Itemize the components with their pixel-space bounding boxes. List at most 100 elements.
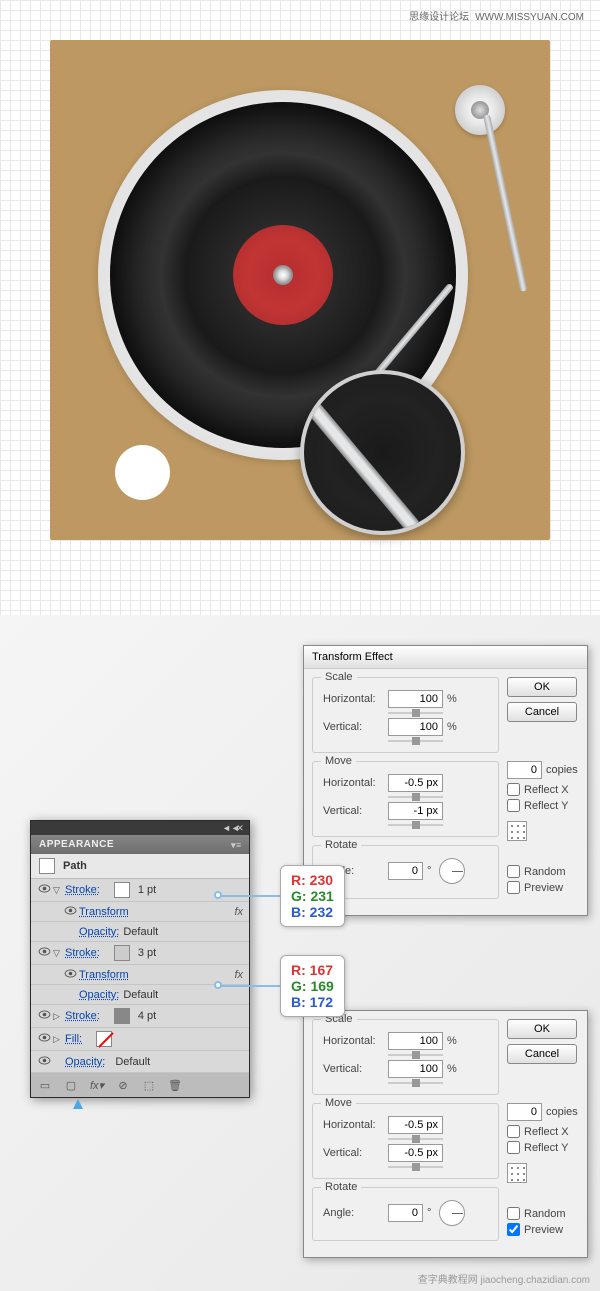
collapse-icon[interactable]: ◄◄ <box>222 823 232 833</box>
stroke-label[interactable]: Stroke: <box>65 884 100 896</box>
rgb-b: B: 232 <box>291 904 334 920</box>
panel-controls: ◄◄ ✕ <box>31 821 249 835</box>
new-fill-icon[interactable]: ▢ <box>63 1077 79 1093</box>
artboard-area: 思缘设计论坛WWW.MISSYUAN.COM <box>0 0 600 615</box>
expand-icon[interactable]: ▷ <box>53 1034 65 1045</box>
fill-label[interactable]: Fill: <box>65 1033 82 1045</box>
move-h-label: Horizontal: <box>323 777 388 789</box>
opacity-value: Default <box>115 1056 150 1068</box>
reflect-x-checkbox[interactable]: Reflect X <box>507 783 579 796</box>
close-icon[interactable]: ✕ <box>235 823 245 833</box>
random-checkbox[interactable]: Random <box>507 865 579 878</box>
stroke-label[interactable]: Stroke: <box>65 1010 100 1022</box>
clear-icon[interactable]: ⊘ <box>115 1077 131 1093</box>
color-swatch-icon[interactable] <box>114 945 130 961</box>
scale-h-input[interactable] <box>388 1032 443 1050</box>
connector-line <box>218 985 280 987</box>
fx-icon[interactable]: fx <box>234 906 243 918</box>
scale-h-slider[interactable] <box>388 1054 443 1056</box>
angle-dial[interactable] <box>439 1200 465 1226</box>
opacity-link[interactable]: Opacity: <box>65 1056 105 1068</box>
ok-button[interactable]: OK <box>507 1019 577 1039</box>
rgb-r: R: 230 <box>291 872 334 888</box>
scale-label: Scale <box>321 671 357 683</box>
cancel-button[interactable]: Cancel <box>507 1044 577 1064</box>
scale-v-input[interactable] <box>388 1060 443 1078</box>
opacity-default-row[interactable]: Opacity: Default <box>31 1051 249 1073</box>
fx-icon[interactable]: fx <box>234 969 243 981</box>
angle-input[interactable] <box>388 1204 423 1222</box>
rgb-callout-2: R: 167 G: 169 B: 172 <box>280 955 345 1017</box>
path-row[interactable]: Path <box>31 854 249 879</box>
move-h-input[interactable] <box>388 774 443 792</box>
zoom-detail-circle <box>300 370 465 535</box>
random-checkbox[interactable]: Random <box>507 1207 579 1220</box>
visibility-icon[interactable] <box>35 1010 53 1022</box>
scale-h-label: Horizontal: <box>323 693 388 705</box>
duplicate-icon[interactable]: ⬚ <box>141 1077 157 1093</box>
reflect-y-checkbox[interactable]: Reflect Y <box>507 799 579 812</box>
visibility-icon[interactable] <box>35 884 53 896</box>
registration-icon[interactable] <box>507 821 527 841</box>
scale-v-slider[interactable] <box>388 740 443 742</box>
opacity-link[interactable]: Opacity: <box>79 989 119 1001</box>
copies-input[interactable] <box>507 1103 542 1121</box>
move-h-slider[interactable] <box>388 1138 443 1140</box>
rotate-label: Rotate <box>321 839 361 851</box>
move-h-slider[interactable] <box>388 796 443 798</box>
transform-link[interactable]: Transform <box>79 969 129 981</box>
expand-icon[interactable]: ▽ <box>53 885 65 896</box>
panels-area: Transform Effect Scale Horizontal:% Vert… <box>0 615 600 1291</box>
move-v-input[interactable] <box>388 802 443 820</box>
stroke-row-3[interactable]: ▷ Stroke: 4 pt <box>31 1005 249 1028</box>
visibility-icon[interactable] <box>35 1033 53 1045</box>
move-v-input[interactable] <box>388 1144 443 1162</box>
preview-checkbox[interactable]: Preview <box>507 881 579 894</box>
visibility-icon[interactable] <box>61 969 79 981</box>
rgb-r: R: 167 <box>291 962 334 978</box>
angle-input[interactable] <box>388 862 423 880</box>
color-swatch-icon[interactable] <box>114 1008 130 1024</box>
move-v-slider[interactable] <box>388 1166 443 1168</box>
visibility-icon[interactable] <box>35 947 53 959</box>
panel-menu-icon[interactable]: ▾≡ <box>231 840 241 850</box>
registration-icon[interactable] <box>507 1163 527 1183</box>
color-swatch-icon[interactable] <box>114 882 130 898</box>
move-h-input[interactable] <box>388 1116 443 1134</box>
preview-checkbox[interactable]: Preview <box>507 1223 579 1236</box>
copies-input[interactable] <box>507 761 542 779</box>
panel-title: APPEARANCE <box>39 839 114 850</box>
stroke-weight: 3 pt <box>138 947 156 959</box>
scale-v-input[interactable] <box>388 718 443 736</box>
scale-h-input[interactable] <box>388 690 443 708</box>
fill-row[interactable]: ▷ Fill: <box>31 1028 249 1051</box>
ok-button[interactable]: OK <box>507 677 577 697</box>
stroke-label[interactable]: Stroke: <box>65 947 100 959</box>
cancel-button[interactable]: Cancel <box>507 702 577 722</box>
visibility-icon[interactable] <box>35 1056 53 1068</box>
rgb-b: B: 172 <box>291 994 334 1010</box>
scale-v-slider[interactable] <box>388 1082 443 1084</box>
expand-icon[interactable]: ▽ <box>53 948 65 959</box>
control-knob <box>115 445 170 500</box>
scale-h-slider[interactable] <box>388 712 443 714</box>
expand-icon[interactable]: ▷ <box>53 1011 65 1022</box>
transform-link[interactable]: Transform <box>79 906 129 918</box>
new-stroke-icon[interactable]: ▭ <box>37 1077 53 1093</box>
transform-effect-row[interactable]: Transform fx <box>31 902 249 922</box>
angle-dial[interactable] <box>439 858 465 884</box>
stroke-row-2[interactable]: ▽ Stroke: 3 pt <box>31 942 249 965</box>
visibility-icon[interactable] <box>61 906 79 918</box>
no-fill-swatch-icon[interactable] <box>96 1031 112 1047</box>
reflect-x-checkbox[interactable]: Reflect X <box>507 1125 579 1138</box>
opacity-value: Default <box>123 926 158 938</box>
scale-v-label: Vertical: <box>323 1063 388 1075</box>
opacity-row[interactable]: Opacity: Default <box>31 922 249 942</box>
add-effect-icon[interactable]: fx▾ <box>89 1077 105 1093</box>
delete-icon[interactable]: 🗑 <box>167 1077 183 1093</box>
path-swatch-icon <box>39 858 55 874</box>
opacity-link[interactable]: Opacity: <box>79 926 119 938</box>
dialog-title: Transform Effect <box>304 646 587 669</box>
reflect-y-checkbox[interactable]: Reflect Y <box>507 1141 579 1154</box>
move-v-slider[interactable] <box>388 824 443 826</box>
